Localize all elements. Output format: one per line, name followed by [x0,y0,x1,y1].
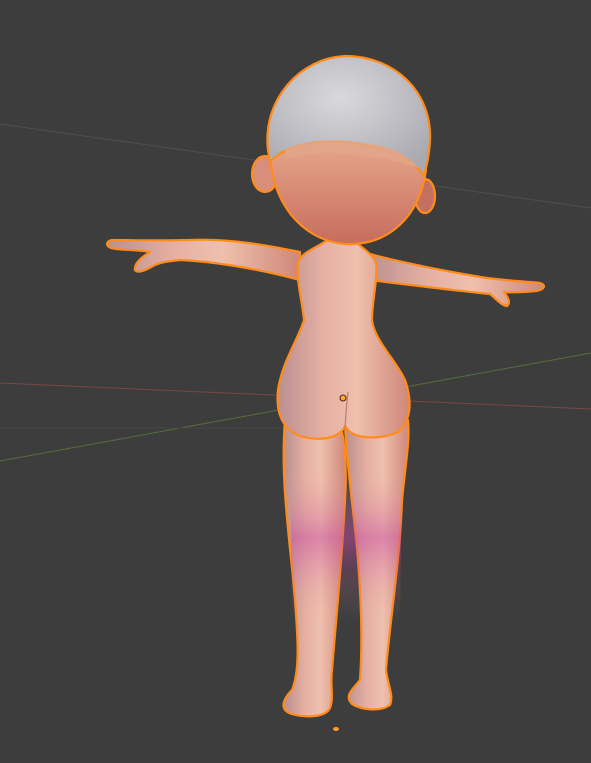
leg-tint [290,470,402,620]
right-arm [364,251,545,308]
viewport-canvas[interactable] [0,0,591,763]
selected-vertex-icon [333,727,339,731]
object-origin-icon[interactable] [339,394,347,402]
character-model[interactable] [106,54,545,718]
left-arm [106,238,302,282]
3d-viewport[interactable] [0,0,591,763]
